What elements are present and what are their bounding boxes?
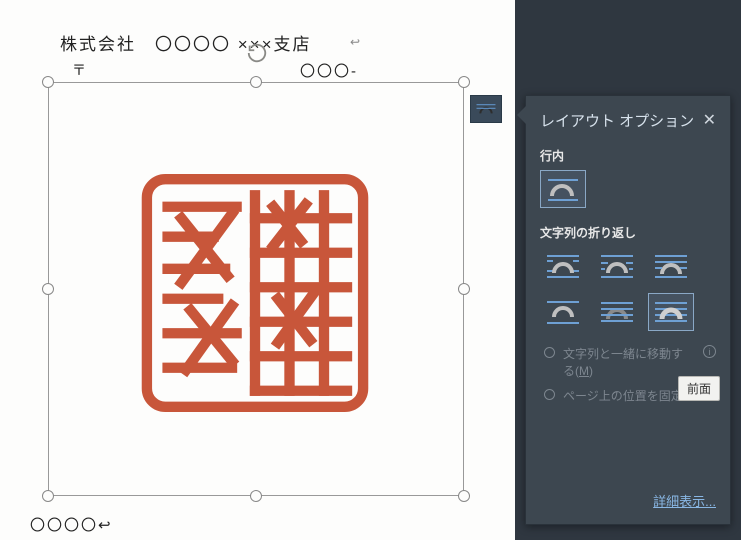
- wrap-option-through[interactable]: [648, 247, 694, 285]
- resize-handle-bl[interactable]: [42, 490, 54, 502]
- wrap-option-tight[interactable]: [594, 247, 640, 285]
- doc-text-line2-right: 〇〇〇-: [300, 60, 358, 81]
- wrap-option-inline[interactable]: [540, 170, 586, 208]
- layout-options-flyout: レイアウト オプション ✕ 行内 文字列の折り返し: [525, 95, 731, 525]
- section-label-inline: 行内: [526, 139, 730, 170]
- wrap-option-square[interactable]: [540, 247, 586, 285]
- see-more-link[interactable]: 詳細表示...: [653, 491, 716, 510]
- flyout-pointer: [517, 106, 526, 124]
- flyout-title-text: レイアウト オプション: [540, 110, 694, 131]
- resize-handle-bm[interactable]: [250, 490, 262, 502]
- resize-handle-mr[interactable]: [458, 283, 470, 295]
- radio-icon: [544, 347, 555, 358]
- section-label-wrap: 文字列の折り返し: [526, 216, 730, 247]
- resize-handle-tm[interactable]: [250, 76, 262, 88]
- rotate-handle-icon[interactable]: [246, 42, 268, 64]
- wrap-option-top-bottom[interactable]: [540, 293, 586, 331]
- paragraph-mark: ↩: [350, 35, 360, 49]
- resize-handle-ml[interactable]: [42, 283, 54, 295]
- radio-label: 文字列と一緒に移動する(M): [563, 345, 691, 379]
- wrap-option-front[interactable]: [648, 293, 694, 331]
- doc-text-bottom: 〇〇〇〇↩: [30, 514, 113, 535]
- doc-text-line1: 株式会社 〇〇〇〇 ×××支店: [60, 30, 312, 55]
- layout-options-button[interactable]: [470, 95, 502, 123]
- radio-icon: [544, 389, 555, 400]
- radio-label: ページ上の位置を固定: [563, 387, 683, 404]
- close-icon[interactable]: ✕: [703, 113, 716, 129]
- resize-handle-tl[interactable]: [42, 76, 54, 88]
- doc-text-postal: 〒: [72, 60, 86, 80]
- stamp-image[interactable]: [140, 172, 370, 414]
- tooltip-front: 前面: [678, 376, 720, 401]
- resize-handle-br[interactable]: [458, 490, 470, 502]
- resize-handle-tr[interactable]: [458, 76, 470, 88]
- info-icon[interactable]: i: [703, 345, 716, 358]
- wrap-option-behind[interactable]: [594, 293, 640, 331]
- radio-move-with-text[interactable]: 文字列と一緒に移動する(M) i: [526, 339, 730, 381]
- document-canvas[interactable]: 株式会社 〇〇〇〇 ×××支店 ↩ 〒 〇〇〇-: [0, 0, 515, 540]
